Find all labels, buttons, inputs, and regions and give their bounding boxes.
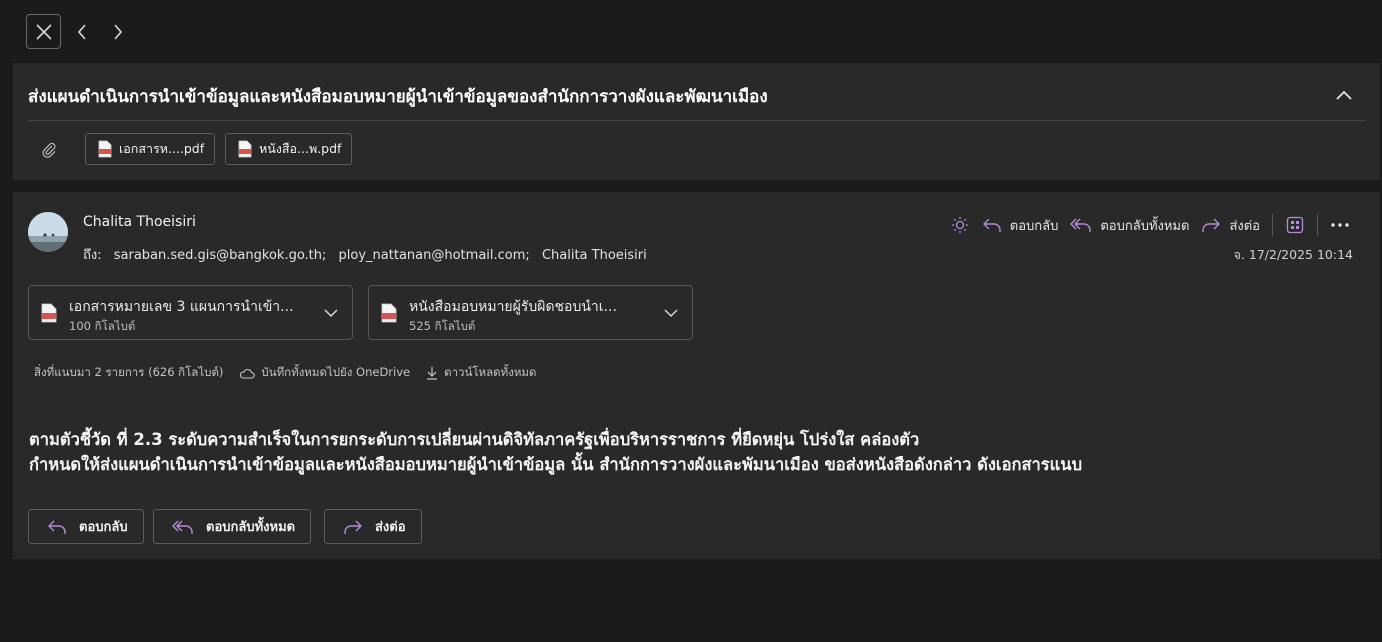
- reply-all-button-bottom[interactable]: ตอบกลับทั้งหมด: [153, 509, 312, 544]
- reply-button[interactable]: ตอบกลับ: [976, 211, 1065, 239]
- chevron-down-icon: [664, 308, 678, 317]
- pdf-icon: [98, 140, 112, 158]
- download-all-link[interactable]: ดาวน์โหลดทั้งหมด: [426, 364, 536, 382]
- reply-icon: [48, 520, 66, 534]
- avatar-photo: [28, 212, 68, 252]
- conversation-header: ส่งแผนดำเนินการนำเข้าข้อมูลและหนังสือมอบ…: [13, 63, 1380, 180]
- attachment-size: 525 กิโลไบต์: [409, 319, 476, 333]
- attachment-summary: สิ่งที่แนบมา 2 รายการ (626 กิโลไบต์): [34, 365, 224, 379]
- close-button[interactable]: [26, 14, 61, 49]
- apps-button[interactable]: [1281, 211, 1309, 239]
- recipient[interactable]: saraban.sed.gis@bangkok.go.th;: [114, 248, 327, 263]
- reply-icon: [982, 218, 1001, 232]
- reply-all-icon: [1070, 218, 1092, 232]
- reply-label: ตอบกลับ: [1009, 218, 1059, 234]
- collapse-conversation-button[interactable]: [1332, 83, 1356, 107]
- chevron-right-icon: [114, 23, 123, 40]
- download-all-label: ดาวน์โหลดทั้งหมด: [444, 365, 537, 379]
- attachment-summary-bar: สิ่งที่แนบมา 2 รายการ (626 กิโลไบต์) บัน…: [34, 364, 536, 382]
- save-to-onedrive-label: บันทึกทั้งหมดไปยัง OneDrive: [261, 365, 411, 379]
- chevron-left-icon: [77, 23, 86, 40]
- attachment-chip[interactable]: เอกสารห....pdf: [85, 133, 216, 165]
- reply-label: ตอบกลับ: [79, 520, 128, 535]
- theme-toggle-button[interactable]: [946, 211, 974, 239]
- pdf-icon: [238, 140, 252, 158]
- message-date: จ. 17/2/2025 10:14: [1233, 247, 1353, 262]
- attachment-menu-button[interactable]: [322, 304, 340, 322]
- more-actions-button[interactable]: [1326, 211, 1354, 239]
- recipient[interactable]: ploy_nattanan@hotmail.com;: [339, 248, 530, 263]
- forward-button[interactable]: ส่งต่อ: [1195, 211, 1266, 239]
- attachment-chip-label: เอกสารห....pdf: [119, 141, 205, 156]
- email-subject: ส่งแผนดำเนินการนำเข้าข้อมูลและหนังสือมอบ…: [28, 87, 768, 107]
- forward-label: ส่งต่อ: [1229, 218, 1260, 234]
- reply-all-label: ตอบกลับทั้งหมด: [206, 520, 296, 535]
- avatar[interactable]: [28, 212, 68, 252]
- apps-icon: [1286, 216, 1304, 234]
- attachment-name: เอกสารหมายเลข 3 แผนการนำเข้า...: [69, 299, 294, 315]
- divider: [28, 120, 1365, 121]
- message-actions: ตอบกลับ ตอบกลับทั้งหมด ส่งต่อ: [944, 211, 1356, 239]
- chevron-down-icon: [324, 308, 338, 317]
- next-message-button[interactable]: [103, 14, 133, 49]
- divider: [1272, 214, 1273, 236]
- close-icon: [35, 23, 52, 40]
- reply-all-icon: [172, 520, 193, 534]
- attachment-chip-label: หนังสือ...พ.pdf: [259, 141, 342, 156]
- divider: [1317, 214, 1318, 236]
- more-icon: [1331, 223, 1349, 227]
- download-icon: [427, 367, 438, 380]
- attachment-card[interactable]: เอกสารหมายเลข 3 แผนการนำเข้า... 100 กิโล…: [28, 285, 353, 340]
- sun-icon: [951, 217, 968, 233]
- forward-icon: [1202, 218, 1221, 232]
- forward-button-bottom[interactable]: ส่งต่อ: [324, 509, 422, 544]
- save-to-onedrive-link[interactable]: บันทึกทั้งหมดไปยัง OneDrive: [239, 364, 410, 382]
- reading-pane-nav: [26, 14, 133, 49]
- attachment-menu-button[interactable]: [662, 304, 680, 322]
- attachment-card[interactable]: หนังสือมอบหมายผู้รับผิดชอบนำเ... 525 กิโ…: [368, 285, 693, 340]
- reply-button-bottom[interactable]: ตอบกลับ: [28, 509, 144, 544]
- recipients-line: ถึง: saraban.sed.gis@bangkok.go.th; ploy…: [83, 244, 655, 265]
- previous-message-button[interactable]: [67, 14, 97, 49]
- message-body: ตามตัวชี้วัด ที่ 2.3 ระดับความสำเร็จในกา…: [29, 427, 1082, 477]
- pdf-icon: [381, 303, 397, 323]
- attachment-chip[interactable]: หนังสือ...พ.pdf: [225, 133, 353, 165]
- message-card: Chalita Thoeisiri ถึง: saraban.sed.gis@b…: [13, 192, 1380, 559]
- pdf-icon: [41, 303, 57, 323]
- body-line: ตามตัวชี้วัด ที่ 2.3 ระดับความสำเร็จในกา…: [29, 430, 920, 449]
- recipient[interactable]: Chalita Thoeisiri: [542, 248, 647, 263]
- reply-all-button[interactable]: ตอบกลับทั้งหมด: [1064, 211, 1195, 239]
- to-label: ถึง:: [83, 248, 102, 263]
- attachment-size: 100 กิโลไบต์: [69, 319, 136, 333]
- sender-name[interactable]: Chalita Thoeisiri: [83, 214, 196, 230]
- attachment-name: หนังสือมอบหมายผู้รับผิดชอบนำเ...: [409, 299, 617, 315]
- paperclip-icon: [39, 139, 59, 161]
- body-line: กำหนดให้ส่งแผนดำเนินการนำเข้าข้อมูลและหน…: [29, 455, 1083, 474]
- chevron-up-icon: [1336, 90, 1352, 100]
- cloud-icon: [240, 368, 256, 379]
- forward-label: ส่งต่อ: [375, 520, 406, 535]
- forward-icon: [344, 520, 362, 534]
- reply-all-label: ตอบกลับทั้งหมด: [1100, 218, 1190, 234]
